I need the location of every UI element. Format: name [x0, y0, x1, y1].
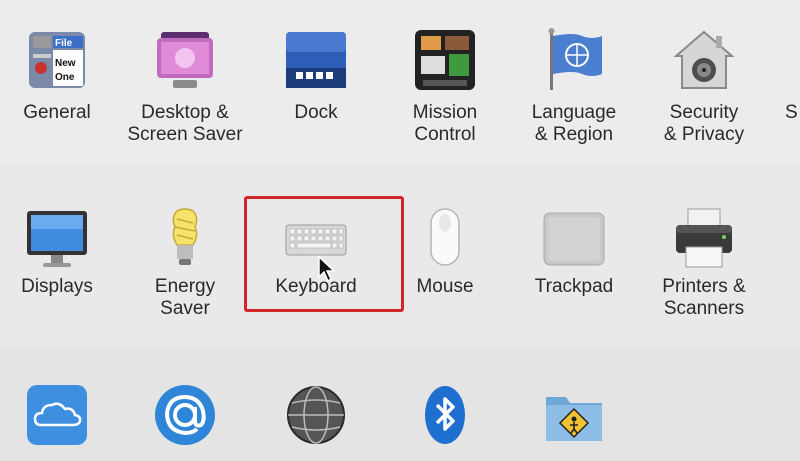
- pane-sharing[interactable]: [514, 383, 634, 447]
- spotlight-icon: [785, 28, 800, 92]
- pane-label: Energy Saver: [154, 276, 216, 319]
- pane-label: Mission Control: [412, 102, 478, 145]
- pane-label: S: [785, 102, 798, 123]
- mouse-pointer-icon: [318, 255, 336, 283]
- icloud-icon: [27, 385, 87, 445]
- pane-label: Displays: [21, 276, 93, 297]
- pane-label: Language & Region: [531, 102, 617, 145]
- pane-printers-scanners[interactable]: Printers & Scanners: [644, 207, 764, 320]
- pane-energy-saver[interactable]: Energy Saver: [125, 207, 245, 320]
- pane-bluetooth[interactable]: [385, 383, 505, 447]
- dock-icon: [286, 32, 346, 88]
- pane-mission-control[interactable]: Mission Control: [385, 28, 505, 146]
- pane-spotlight[interactable]: S: [785, 28, 800, 124]
- language-region-icon: [548, 28, 602, 90]
- pane-security-privacy[interactable]: Security & Privacy: [644, 28, 764, 146]
- mission-control-icon: [415, 30, 475, 90]
- pane-icloud[interactable]: [0, 383, 117, 447]
- pane-general[interactable]: File New One General: [0, 28, 117, 124]
- trackpad-icon: [543, 212, 605, 266]
- pane-network[interactable]: [256, 383, 376, 447]
- svg-text:File: File: [55, 38, 73, 49]
- printers-scanners-icon: [676, 208, 732, 268]
- general-icon: File New One: [29, 32, 85, 88]
- pane-internet-accounts[interactable]: [125, 383, 245, 447]
- displays-icon: [27, 211, 87, 267]
- pane-desktop-screen-saver[interactable]: Desktop & Screen Saver: [125, 28, 245, 146]
- pane-dock[interactable]: Dock: [256, 28, 376, 124]
- desktop-screensaver-icon: [157, 32, 213, 88]
- pane-label: Desktop & Screen Saver: [127, 102, 243, 145]
- keyboard-highlight-box: [244, 196, 404, 312]
- pane-language-region[interactable]: Language & Region: [514, 28, 634, 146]
- pane-label: General: [23, 102, 91, 123]
- pane-label: Trackpad: [534, 276, 614, 297]
- pane-label: Printers & Scanners: [662, 276, 746, 319]
- security-privacy-icon: [673, 30, 735, 89]
- mouse-icon: [430, 208, 460, 266]
- sharing-icon: [546, 397, 602, 441]
- svg-text:One: One: [55, 72, 75, 83]
- pane-label: Dock: [294, 102, 338, 123]
- bluetooth-icon: [425, 386, 465, 444]
- pane-trackpad[interactable]: Trackpad: [514, 207, 634, 298]
- network-icon: [287, 386, 345, 444]
- internet-accounts-icon: [155, 385, 215, 445]
- pane-displays[interactable]: Displays: [0, 207, 117, 298]
- energy-saver-icon: [172, 208, 198, 265]
- svg-text:New: New: [55, 58, 76, 69]
- pane-label: Security & Privacy: [663, 102, 745, 145]
